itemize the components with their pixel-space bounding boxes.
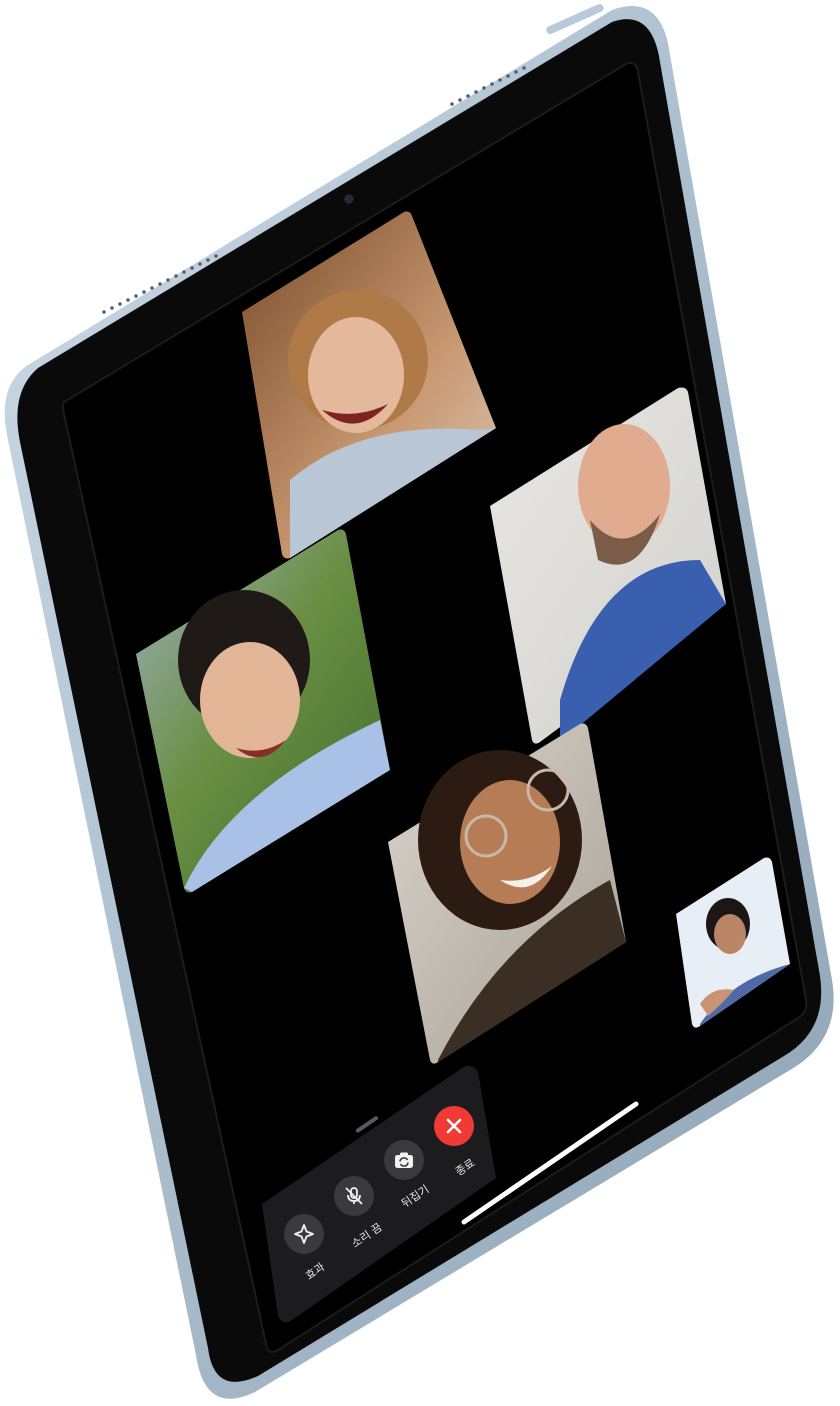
mute-button[interactable] (334, 1176, 374, 1216)
effects-star-icon (294, 1224, 314, 1244)
end-call-button[interactable] (434, 1106, 474, 1146)
flip-camera-button[interactable] (384, 1140, 424, 1180)
ipad-device (4, 4, 834, 1399)
camera-flip-icon (395, 1152, 413, 1168)
effects-button[interactable] (284, 1214, 324, 1254)
facetime-screen: 효과 소리 끔 뒤집기 종료 (0, 0, 840, 1406)
front-camera (344, 194, 354, 204)
close-icon (446, 1118, 462, 1134)
mic-slash-icon (345, 1187, 363, 1205)
